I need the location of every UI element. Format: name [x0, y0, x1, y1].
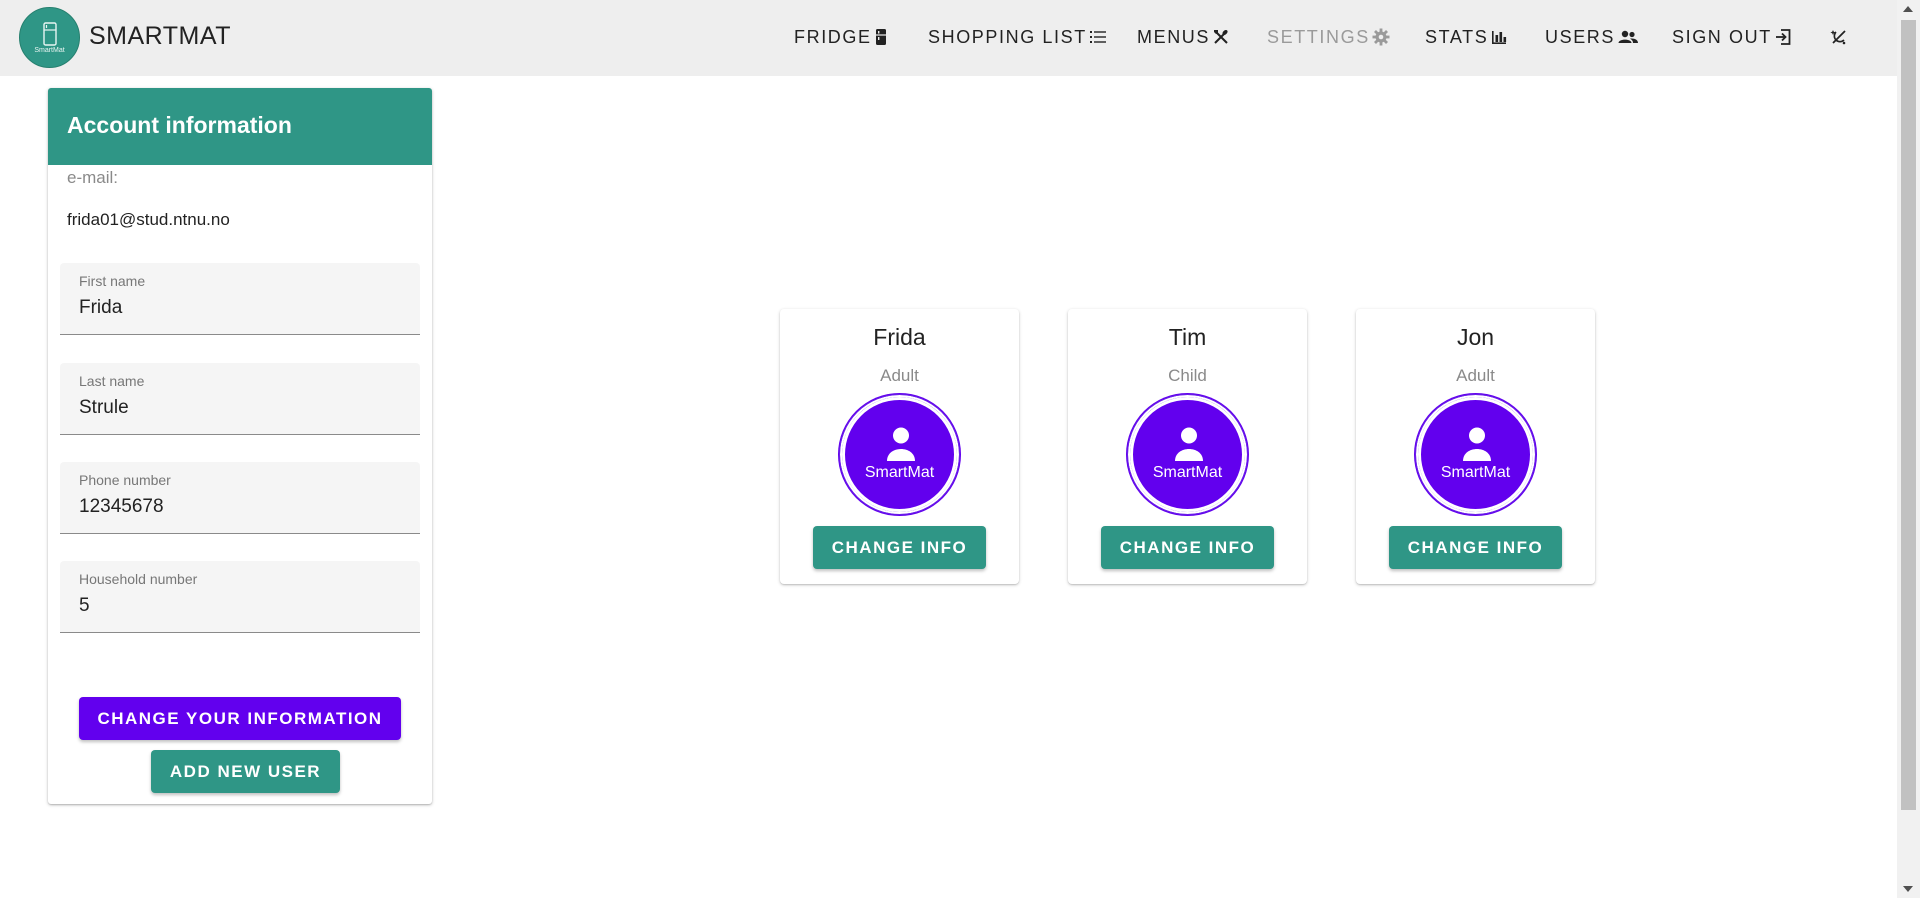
household-number-value[interactable]: 5: [79, 595, 90, 617]
first-name-value[interactable]: Frida: [79, 297, 122, 319]
user-role: Adult: [1456, 366, 1495, 385]
user-role: Child: [1168, 366, 1207, 385]
last-name-label: Last name: [79, 373, 145, 389]
email-label: e-mail:: [67, 168, 119, 187]
bar-chart-icon: [1492, 31, 1507, 44]
person-icon: [887, 427, 915, 461]
theme-toggle-icon: [1830, 30, 1846, 45]
account-info-panel: Account information e-mail: frida01@stud…: [48, 88, 432, 804]
user-card: Tim Child SmartMat CHANGE INFO: [1068, 309, 1307, 584]
phone-number-label: Phone number: [79, 472, 171, 488]
last-name-value[interactable]: Strule: [79, 397, 129, 419]
change-info-button[interactable]: CHANGE INFO: [1389, 526, 1562, 569]
nav-users[interactable]: USERS: [1545, 25, 1639, 49]
nav-menus-label: MENUS: [1137, 26, 1211, 47]
gear-icon: [1372, 28, 1390, 46]
user-name: Jon: [1456, 324, 1495, 350]
user-card: Frida Adult SmartMat CHANGE INFO: [780, 309, 1019, 584]
avatar: SmartMat: [1415, 394, 1536, 515]
first-name-field[interactable]: First name Frida: [60, 263, 420, 335]
phone-number-field[interactable]: Phone number 12345678: [60, 462, 420, 534]
household-number-label: Household number: [79, 571, 198, 587]
theme-toggle-button[interactable]: [1827, 25, 1849, 49]
nav-settings-label: SETTINGS: [1267, 26, 1370, 47]
user-role: Adult: [880, 366, 919, 385]
user-card: Jon Adult SmartMat CHANGE INFO: [1356, 309, 1595, 584]
avatar-label: SmartMat: [864, 464, 935, 481]
nav-fridge-label: FRIDGE: [794, 26, 872, 47]
first-name-label: First name: [79, 273, 146, 289]
household-number-field[interactable]: Household number 5: [60, 561, 420, 633]
list-icon: [1089, 31, 1106, 43]
nav-users-label: USERS: [1545, 26, 1616, 47]
scroll-down-icon[interactable]: [1903, 886, 1913, 892]
nav-stats-label: STATS: [1425, 26, 1489, 47]
person-icon: [1463, 427, 1491, 461]
account-info-title: Account information: [67, 112, 292, 138]
avatar: SmartMat: [1127, 394, 1248, 515]
last-name-field[interactable]: Last name Strule: [60, 363, 420, 435]
avatar-label: SmartMat: [1152, 464, 1223, 481]
main-nav: FRIDGE SHOPPING LIST MENUS SETTINGS STAT…: [0, 25, 1897, 49]
person-icon: [1175, 427, 1203, 461]
add-new-user-button[interactable]: ADD NEW USER: [151, 750, 340, 793]
nav-menus[interactable]: MENUS: [1137, 25, 1230, 49]
scroll-up-icon[interactable]: [1903, 6, 1913, 12]
scrollbar-thumb[interactable]: [1901, 20, 1916, 810]
account-info-header: Account information: [48, 88, 432, 165]
nav-shopping-list-label: SHOPPING LIST: [928, 26, 1087, 47]
page-scrollbar[interactable]: [1897, 0, 1920, 898]
sign-out-icon: [1775, 29, 1791, 45]
avatar: SmartMat: [839, 394, 960, 515]
nav-settings[interactable]: SETTINGS: [1267, 25, 1390, 49]
change-info-button[interactable]: CHANGE INFO: [1101, 526, 1274, 569]
nav-shopping-list[interactable]: SHOPPING LIST: [928, 25, 1107, 49]
top-app-bar: SmartMat SMARTMAT FRIDGE SHOPPING LIST M…: [0, 0, 1897, 76]
nav-sign-out[interactable]: SIGN OUT: [1672, 25, 1792, 49]
users-icon: [1618, 30, 1639, 43]
fridge-icon: [875, 29, 886, 45]
user-name: Tim: [1168, 324, 1207, 350]
email-value: frida01@stud.ntnu.no: [67, 210, 230, 229]
utensils-icon: [1214, 29, 1228, 44]
change-info-button[interactable]: CHANGE INFO: [813, 526, 986, 569]
avatar-label: SmartMat: [1440, 464, 1511, 481]
nav-sign-out-label: SIGN OUT: [1672, 26, 1772, 47]
phone-number-value[interactable]: 12345678: [79, 496, 164, 518]
nav-fridge[interactable]: FRIDGE: [794, 25, 888, 49]
change-your-information-button[interactable]: CHANGE YOUR INFORMATION: [79, 697, 401, 740]
nav-stats[interactable]: STATS: [1425, 25, 1508, 49]
user-name: Frida: [873, 324, 926, 350]
